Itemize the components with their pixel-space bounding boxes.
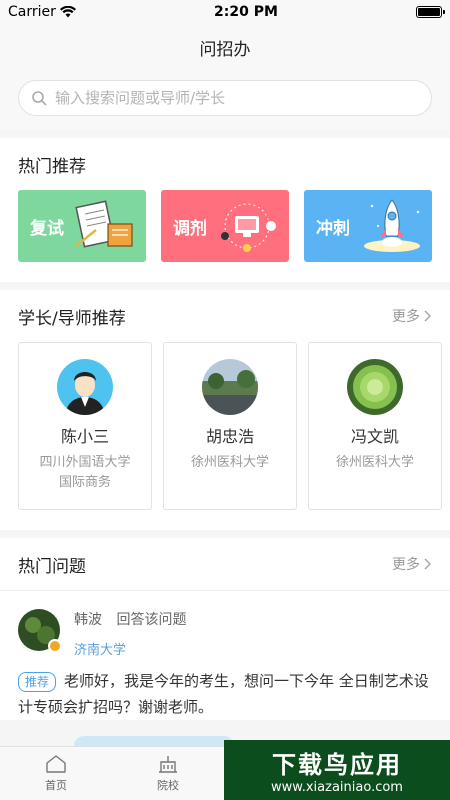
hot-cards: 复试 调剂 冲刺 [0,190,450,282]
question-head: 韩波 回答该问题 济南大学 [18,609,432,658]
watermark-brand: 下载鸟应用 [272,751,402,779]
carrier-label: Carrier [8,4,56,20]
watermark-url: www.xiazainiao.com [271,780,403,795]
mentor-card[interactable]: 胡忠浩 徐州医科大学 [163,342,297,510]
landscape-avatar-icon [202,359,258,415]
hot-card-fushi[interactable]: 复试 [18,190,146,262]
hot-card-label: 调剂 [173,218,207,239]
hot-card-chongci[interactable]: 冲刺 [304,190,432,262]
notebook-icon [75,200,133,248]
hot-card-tiaoji[interactable]: 调剂 [161,190,289,262]
mentor-list: 陈小三 四川外国语大学 国际商务 胡忠浩 徐州医科大学 冯文凯 徐州医科大学 [0,342,450,530]
avatar [57,359,113,415]
chevron-right-icon [424,558,432,570]
question-section: 热门问题 更多 韩波 回答该问题 济南大学 推荐 老师好，我是今年的考生，想问一… [0,538,450,720]
wifi-icon [59,6,76,18]
battery-icon [416,6,445,18]
question-action: 回答该问题 [116,612,187,628]
mentor-more-link[interactable]: 更多 [392,306,432,326]
mentor-card[interactable]: 陈小三 四川外国语大学 国际商务 [18,342,152,510]
avatar [347,359,403,415]
answer-badge-icon [48,639,62,653]
mentor-title: 学长/导师推荐 [18,308,126,329]
question-more-link[interactable]: 更多 [392,554,432,574]
hot-title: 热门推荐 [18,156,86,177]
building-icon [159,756,177,773]
search-icon [32,91,47,106]
mentor-name: 冯文凯 [350,427,399,446]
hot-card-label: 冲刺 [316,218,350,239]
hot-header: 热门推荐 [0,138,450,190]
search-input[interactable] [55,89,419,107]
watermark-logo: 下载鸟应用 www.xiazainiao.com [224,740,450,800]
rocket-icon [364,199,420,252]
question-text: 老师好，我是今年的考生，想问一下今年 全日制艺术设计专硕会扩招吗？谢谢老师。 [18,672,429,716]
question-user-info: 韩波 回答该问题 济南大学 [74,609,186,658]
question-header: 热门问题 更多 [0,538,450,590]
avatar [202,359,258,415]
question-body: 推荐 老师好，我是今年的考生，想问一下今年 全日制艺术设计专硕会扩招吗？谢谢老师。 [18,668,432,720]
mentor-card[interactable]: 冯文凯 徐州医科大学 [308,342,442,510]
hot-section: 热门推荐 复试 调剂 冲刺 [0,138,450,282]
hot-card-label: 复试 [30,218,64,239]
mentor-major: 国际商务 [58,475,111,490]
search-area [0,70,450,130]
mentor-name: 胡忠浩 [205,427,254,446]
home-icon [46,755,66,773]
mentor-header: 学长/导师推荐 更多 [0,290,450,342]
question-user-school: 济南大学 [74,643,127,658]
recommend-tag: 推荐 [18,672,57,692]
mentor-section: 学长/导师推荐 更多 陈小三 四川外国语大学 国际商务 胡忠浩 徐州医科大学 冯… [0,290,450,530]
mentor-school: 四川外国语大学 [39,455,131,470]
more-label: 更多 [392,309,420,325]
more-label: 更多 [392,557,420,573]
question-title: 热门问题 [18,556,86,577]
page-title: 问招办 [199,39,251,60]
target-icon [221,203,276,252]
status-left: Carrier [8,4,76,20]
tab-home-label: 首页 [45,779,67,792]
cartoon-avatar-icon [57,359,113,415]
tab-school[interactable]: 院校 [112,747,224,800]
question-user-line: 韩波 回答该问题 [74,609,186,629]
mentor-school: 徐州医科大学 [335,455,414,470]
floating-bar [74,736,234,746]
tab-home[interactable]: 首页 [0,747,112,800]
search-box[interactable] [18,80,432,116]
nav-bar: 问招办 [0,24,450,70]
status-time: 2:20 PM [214,4,278,20]
plant-avatar-icon [347,359,403,415]
avatar[interactable] [18,609,62,653]
question-user-name[interactable]: 韩波 [74,612,102,628]
chevron-right-icon [424,310,432,322]
mentor-name: 陈小三 [60,427,109,446]
status-bar: Carrier 2:20 PM [0,0,450,24]
mentor-school: 徐州医科大学 [190,455,269,470]
tab-school-label: 院校 [157,779,179,792]
question-item[interactable]: 韩波 回答该问题 济南大学 推荐 老师好，我是今年的考生，想问一下今年 全日制艺术… [0,590,450,720]
